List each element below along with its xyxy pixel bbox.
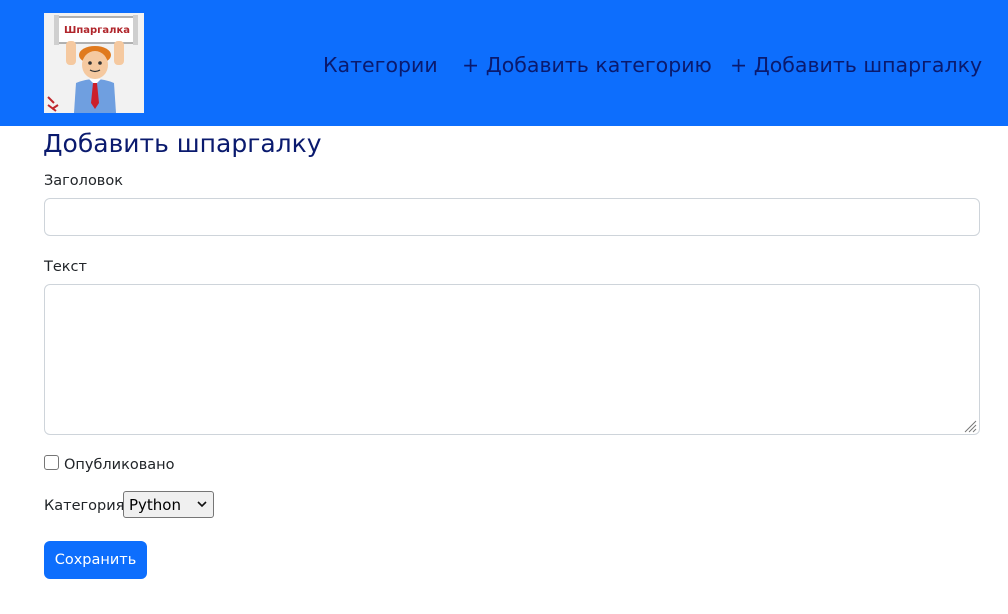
logo-image[interactable]: Шпаргалка: [44, 13, 144, 113]
logo-text: Шпаргалка: [63, 25, 130, 36]
nav-link-add-category[interactable]: + Добавить категорию: [462, 51, 712, 79]
navbar: Шпаргалка Категории + Добавить категорию…: [0, 0, 1008, 126]
category-label: Категория: [44, 498, 125, 514]
title-input[interactable]: [44, 198, 980, 236]
page-title: Добавить шпаргалку: [43, 129, 322, 158]
published-label[interactable]: Опубликовано: [64, 455, 175, 475]
nav-link-categories[interactable]: Категории: [323, 51, 438, 79]
category-select[interactable]: Python: [123, 491, 214, 518]
nav-link-add-cheatsheet[interactable]: + Добавить шпаргалку: [730, 51, 982, 79]
chevron-down-icon: [197, 501, 207, 508]
title-field-label: Заголовок: [44, 173, 123, 189]
category-selected-value: Python: [129, 496, 181, 514]
text-textarea[interactable]: [44, 284, 980, 435]
save-button[interactable]: Сохранить: [44, 541, 147, 579]
text-field-label: Текст: [44, 259, 87, 275]
published-checkbox[interactable]: [44, 455, 59, 470]
published-checkbox-wrap: [44, 455, 59, 470]
